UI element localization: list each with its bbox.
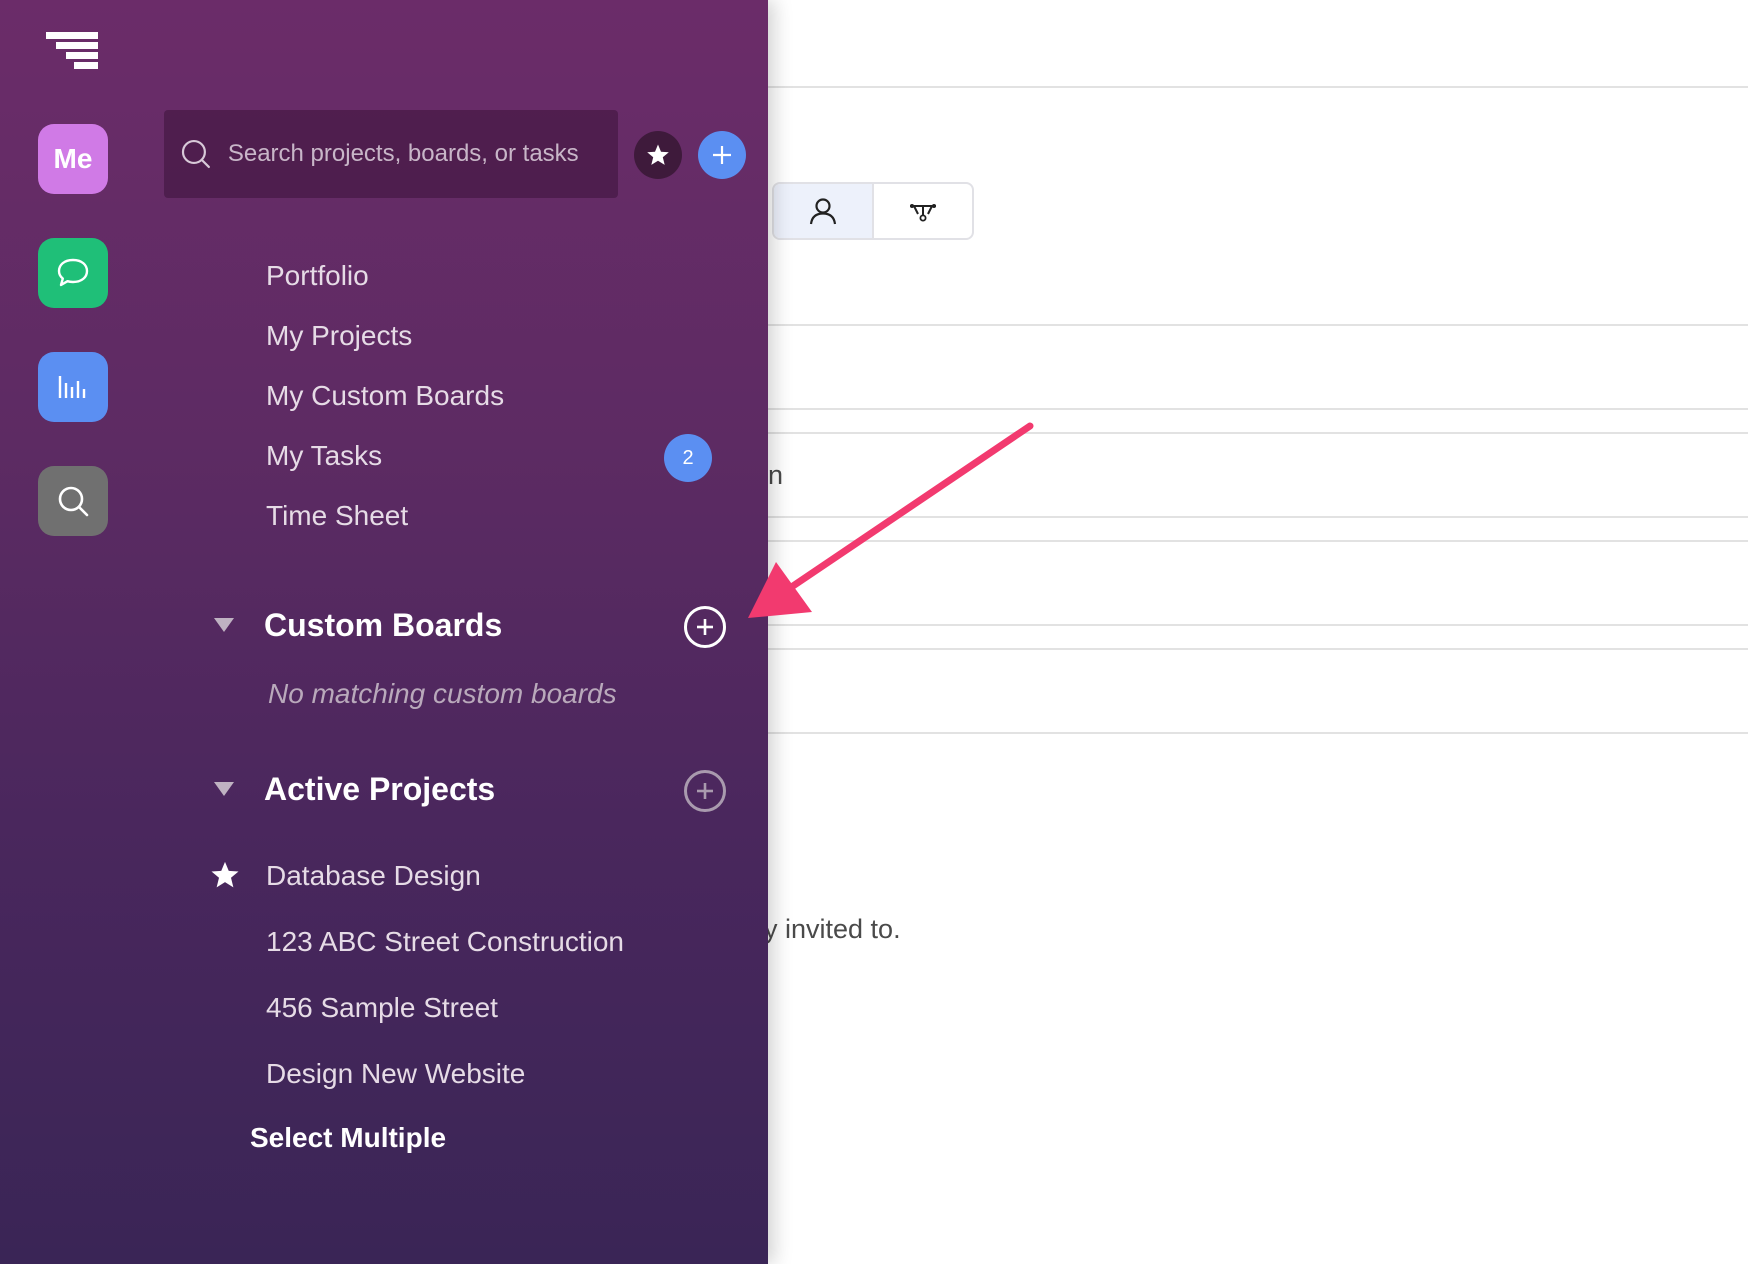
app-logo-icon [46,32,98,69]
active-projects-heading[interactable]: Active Projects [264,771,495,808]
nav-item-my-custom-boards[interactable]: My Custom Boards [266,380,504,412]
project-item[interactable]: Database Design [266,860,481,892]
me-label: Me [53,143,93,174]
reports-button[interactable] [38,352,108,422]
add-custom-board-button[interactable] [684,606,726,648]
hierarchy-view-button[interactable] [874,184,972,238]
divider [768,516,1748,518]
divider [768,732,1748,734]
nav-item-my-projects[interactable]: My Projects [266,320,412,352]
divider [768,432,1748,434]
user-icon [809,198,837,225]
tasks-count-badge: 2 [664,434,712,482]
project-item[interactable]: Design New Website [266,1058,525,1090]
chat-button[interactable] [38,238,108,308]
plus-icon [713,146,731,164]
select-multiple-link[interactable]: Select Multiple [250,1122,446,1154]
project-item[interactable]: 456 Sample Street [266,992,498,1024]
me-button[interactable]: Me [38,124,108,194]
nav-item-my-tasks[interactable]: My Tasks [266,440,382,472]
divider [768,624,1748,626]
divider [768,540,1748,542]
add-project-button[interactable] [684,770,726,812]
favorite-star-icon[interactable] [210,860,240,890]
custom-boards-empty-text: No matching custom boards [268,678,617,709]
custom-boards-heading[interactable]: Custom Boards [264,607,502,644]
plus-icon [697,619,713,635]
plus-icon [697,783,713,799]
search-icon [181,139,210,169]
search-input[interactable] [225,139,618,169]
background-message-text: y invited to. [764,914,901,944]
navigation-drawer: Me Search projects, boards, or tasks Por… [0,0,768,1264]
hierarchy-icon [910,204,936,222]
background-row-text: n [768,460,784,490]
favorites-button[interactable] [634,131,682,179]
project-item[interactable]: 123 ABC Street Construction [266,926,624,958]
collapse-caret-icon[interactable] [214,782,234,796]
divider [768,648,1748,650]
nav-item-time-sheet[interactable]: Time Sheet [266,500,408,532]
divider [768,408,1748,410]
search-rail-button[interactable] [38,466,108,536]
search-icon [58,486,89,517]
user-view-button[interactable] [774,184,874,238]
divider [768,324,1748,326]
bar-chart-icon [58,376,86,398]
star-icon [647,144,669,165]
nav-item-portfolio[interactable]: Portfolio [266,260,369,292]
search-field[interactable] [164,110,618,198]
collapse-caret-icon[interactable] [214,618,234,632]
chat-bubble-icon [57,258,89,287]
divider [768,86,1748,88]
add-button[interactable] [698,131,746,179]
view-toggle[interactable] [772,182,974,240]
